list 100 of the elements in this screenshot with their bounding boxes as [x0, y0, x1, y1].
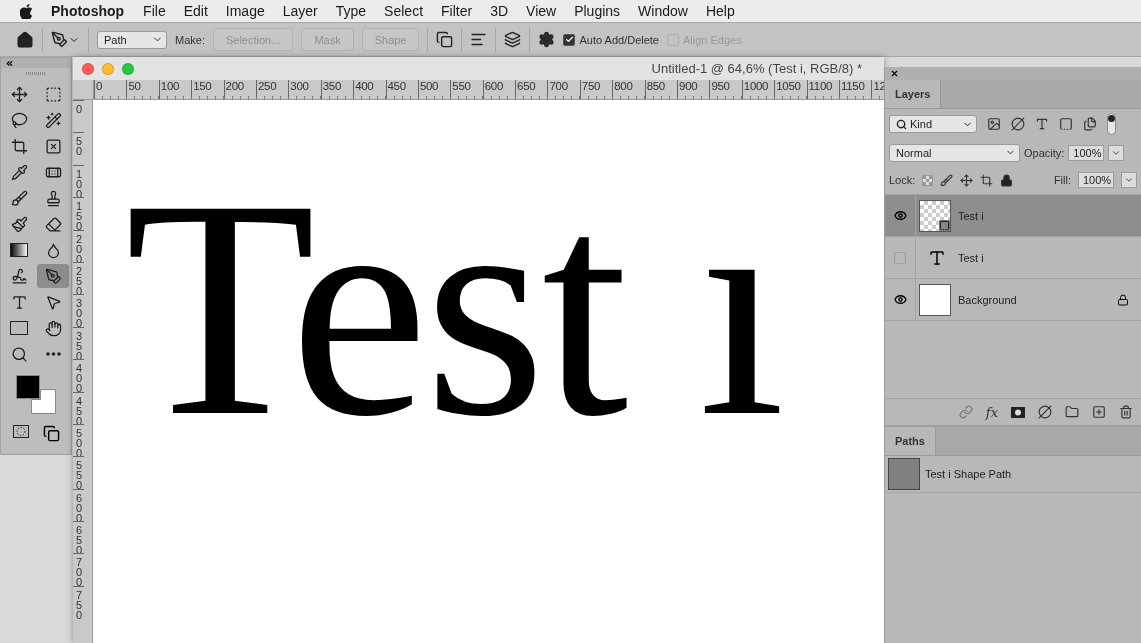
type-filter-icon[interactable] — [1035, 117, 1049, 131]
path-mode-dropdown[interactable]: Path — [97, 30, 167, 49]
menu-item[interactable]: Select — [375, 3, 433, 19]
path-thumbnail — [888, 458, 920, 490]
adjustment-filter-icon[interactable] — [1011, 117, 1025, 131]
crop-icon — [10, 137, 28, 155]
ruler-label: 300 — [288, 80, 321, 99]
zoom-icon — [10, 345, 28, 363]
blend-mode-dropdown[interactable]: Normal — [889, 143, 1020, 162]
checkbox[interactable] — [563, 33, 576, 46]
caret-icon[interactable] — [1124, 175, 1134, 185]
foreground-color-swatch[interactable] — [16, 375, 40, 399]
path-row[interactable]: Test i Shape Path — [885, 456, 1141, 493]
frame-icon — [44, 137, 62, 155]
marquee-icon — [44, 85, 62, 103]
lasso-icon — [10, 111, 28, 129]
layer-row[interactable]: Test i — [885, 236, 1141, 278]
ruler-label: 400 — [73, 359, 84, 392]
menu-item[interactable]: View — [517, 3, 566, 19]
app-name[interactable]: Photoshop — [51, 3, 125, 19]
collapse-icon[interactable] — [5, 58, 14, 68]
fill-label: Fill: — [1053, 174, 1071, 186]
rectangle-icon — [10, 321, 28, 335]
eye-icon[interactable] — [893, 209, 907, 222]
screen-mode-icon[interactable] — [42, 425, 60, 442]
layer-row[interactable]: Background — [885, 278, 1141, 320]
settings-icon[interactable] — [538, 31, 556, 48]
type-icon — [10, 293, 28, 311]
eyedropper-icon — [10, 163, 28, 181]
layer-row[interactable]: Test i — [885, 194, 1141, 236]
new-layer-icon[interactable] — [1092, 405, 1106, 419]
menu-item[interactable]: Window — [629, 3, 697, 19]
filter-toggle[interactable] — [1107, 113, 1116, 135]
menu-item[interactable]: Edit — [174, 3, 217, 19]
panel-tab[interactable]: Paths — [885, 427, 936, 455]
layer-name: Test i — [958, 251, 985, 264]
checkbox-label: Auto Add/Delete — [579, 33, 659, 46]
close-icon[interactable] — [890, 69, 899, 78]
trash-icon[interactable] — [1119, 405, 1133, 419]
menu-item[interactable]: Type — [326, 3, 376, 19]
hand-icon — [44, 319, 62, 337]
layer-style-button[interactable]: fx — [985, 404, 998, 420]
close-button[interactable] — [82, 62, 94, 75]
ruler-label: 400 — [353, 80, 386, 99]
layer-name: Background — [958, 293, 1018, 306]
ruler-label: 800 — [612, 80, 645, 99]
menu-item[interactable]: Image — [216, 3, 274, 19]
apple-logo-icon[interactable] — [20, 3, 33, 19]
tool-button[interactable] — [37, 264, 69, 288]
search-icon — [896, 118, 907, 130]
quick-mask-icon[interactable] — [12, 425, 29, 438]
path-name: Test i Shape Path — [925, 468, 1013, 480]
move-icon — [10, 85, 28, 103]
fill-field[interactable]: 100% — [1078, 172, 1114, 188]
menu-item[interactable]: Filter — [432, 3, 482, 19]
brush-icon[interactable] — [940, 173, 954, 187]
eye-icon[interactable] — [893, 293, 907, 306]
shape-filter-icon[interactable] — [1059, 117, 1073, 131]
mask-icon[interactable] — [1011, 406, 1025, 418]
image-filter-icon[interactable] — [987, 117, 1001, 131]
pen-icon[interactable] — [51, 31, 68, 48]
opacity-field[interactable]: 100% — [1068, 144, 1105, 161]
eraser-icon — [44, 215, 62, 233]
more-icon — [45, 352, 61, 356]
panel-tab[interactable]: Layers — [885, 80, 942, 108]
opacity-label: Opacity: — [1024, 146, 1065, 159]
menu-item[interactable]: Layer — [273, 3, 327, 19]
crop-icon[interactable] — [980, 173, 994, 187]
toggle-knob — [1108, 115, 1115, 122]
stamp-icon — [44, 189, 62, 207]
home-icon[interactable] — [16, 30, 34, 49]
ruler-label: 550 — [450, 80, 483, 99]
arrange-icon[interactable] — [504, 31, 522, 48]
menu-item[interactable]: Help — [696, 3, 744, 19]
layer-thumbnail — [919, 283, 951, 316]
canvas-text: Test ı — [125, 152, 782, 464]
brush-icon — [10, 189, 28, 207]
menu-item[interactable]: Plugins — [565, 3, 630, 19]
pointer-icon — [44, 293, 62, 311]
smart-object-filter-icon[interactable] — [1083, 117, 1097, 131]
menu-item[interactable]: File — [134, 3, 175, 19]
menu-item[interactable]: 3D — [481, 3, 518, 19]
lock-icon[interactable] — [1000, 173, 1014, 187]
path-operations-icon[interactable] — [436, 31, 454, 48]
magic-wand-icon — [44, 111, 62, 129]
align-icon[interactable] — [470, 31, 488, 48]
ruler-label: 300 — [73, 294, 84, 327]
text-layer-icon — [928, 248, 946, 267]
folder-icon[interactable] — [1065, 405, 1079, 419]
layer-thumbnail — [919, 199, 951, 232]
ruler-label: 150 — [73, 197, 84, 230]
lock-label: Lock: — [889, 174, 916, 186]
adjustment-icon[interactable] — [1038, 405, 1052, 419]
ruler-label: 50 — [126, 80, 159, 99]
document-title: Untitled-1 @ 64,6% (Test i, RGB/8) * — [651, 61, 862, 76]
move-icon[interactable] — [960, 173, 974, 187]
ruler-label: 550 — [73, 456, 84, 489]
layer-name: Test i — [958, 209, 985, 222]
filter-dropdown[interactable]: Kind — [889, 115, 977, 133]
ruler-label: 950 — [709, 80, 742, 99]
